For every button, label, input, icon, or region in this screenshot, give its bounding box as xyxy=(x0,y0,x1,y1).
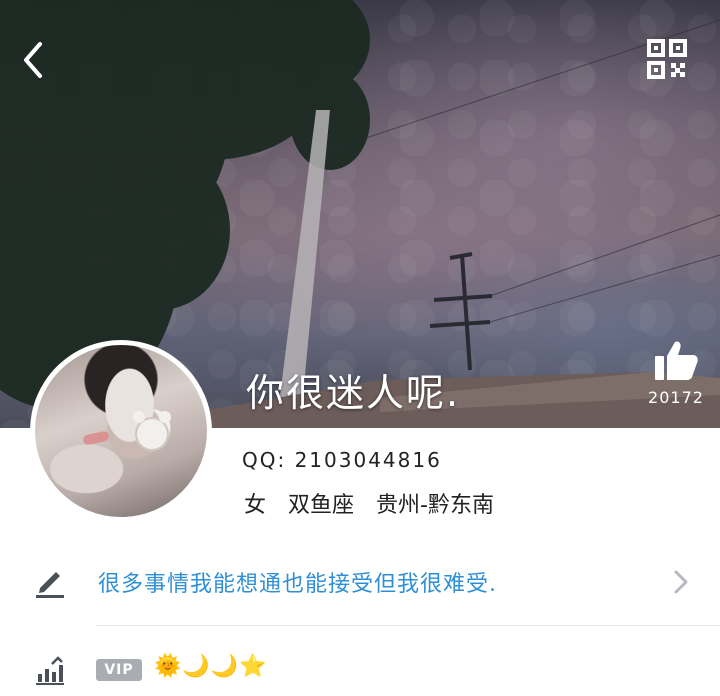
vip-badge: VIP xyxy=(96,659,142,681)
back-button[interactable] xyxy=(16,38,52,82)
thumbs-up-icon xyxy=(655,341,698,380)
avatar-image xyxy=(35,345,207,517)
level-icons: 🌞🌙🌙⭐ xyxy=(154,654,268,679)
divider xyxy=(96,625,720,626)
moon-icon: 🌙 xyxy=(182,654,211,679)
sun-icon: 🌞 xyxy=(154,654,183,679)
qq-number: QQ: 2103044816 xyxy=(242,448,442,472)
moon-icon: 🌙 xyxy=(210,654,240,679)
signature-text: 很多事情我能想通也能接受但我很难受. xyxy=(98,572,497,597)
avatar[interactable] xyxy=(30,340,212,522)
chevron-right-icon xyxy=(674,570,688,594)
like-count: 20172 xyxy=(648,388,704,407)
gender-label: 女 xyxy=(244,493,267,518)
level-chart-icon xyxy=(36,656,64,685)
signature-row[interactable]: 很多事情我能想通也能接受但我很难受. xyxy=(0,546,720,618)
star-icon: ⭐ xyxy=(239,654,268,679)
profile-info: 女 双鱼座 贵州-黔东南 xyxy=(244,487,494,519)
vip-level-row[interactable]: VIP 🌞🌙🌙⭐ xyxy=(0,640,720,696)
qr-code-icon xyxy=(647,39,687,79)
chevron-left-icon xyxy=(24,42,42,78)
avatar-detail xyxy=(133,411,171,451)
profile-nickname: 你很迷人呢. xyxy=(246,371,461,415)
location-label: 贵州-黔东南 xyxy=(376,493,494,518)
zodiac-label: 双鱼座 xyxy=(288,493,355,518)
avatar-detail xyxy=(82,430,110,446)
qr-code-button[interactable] xyxy=(646,38,688,80)
like-button[interactable]: 20172 xyxy=(640,338,712,418)
pencil-icon xyxy=(36,572,64,598)
